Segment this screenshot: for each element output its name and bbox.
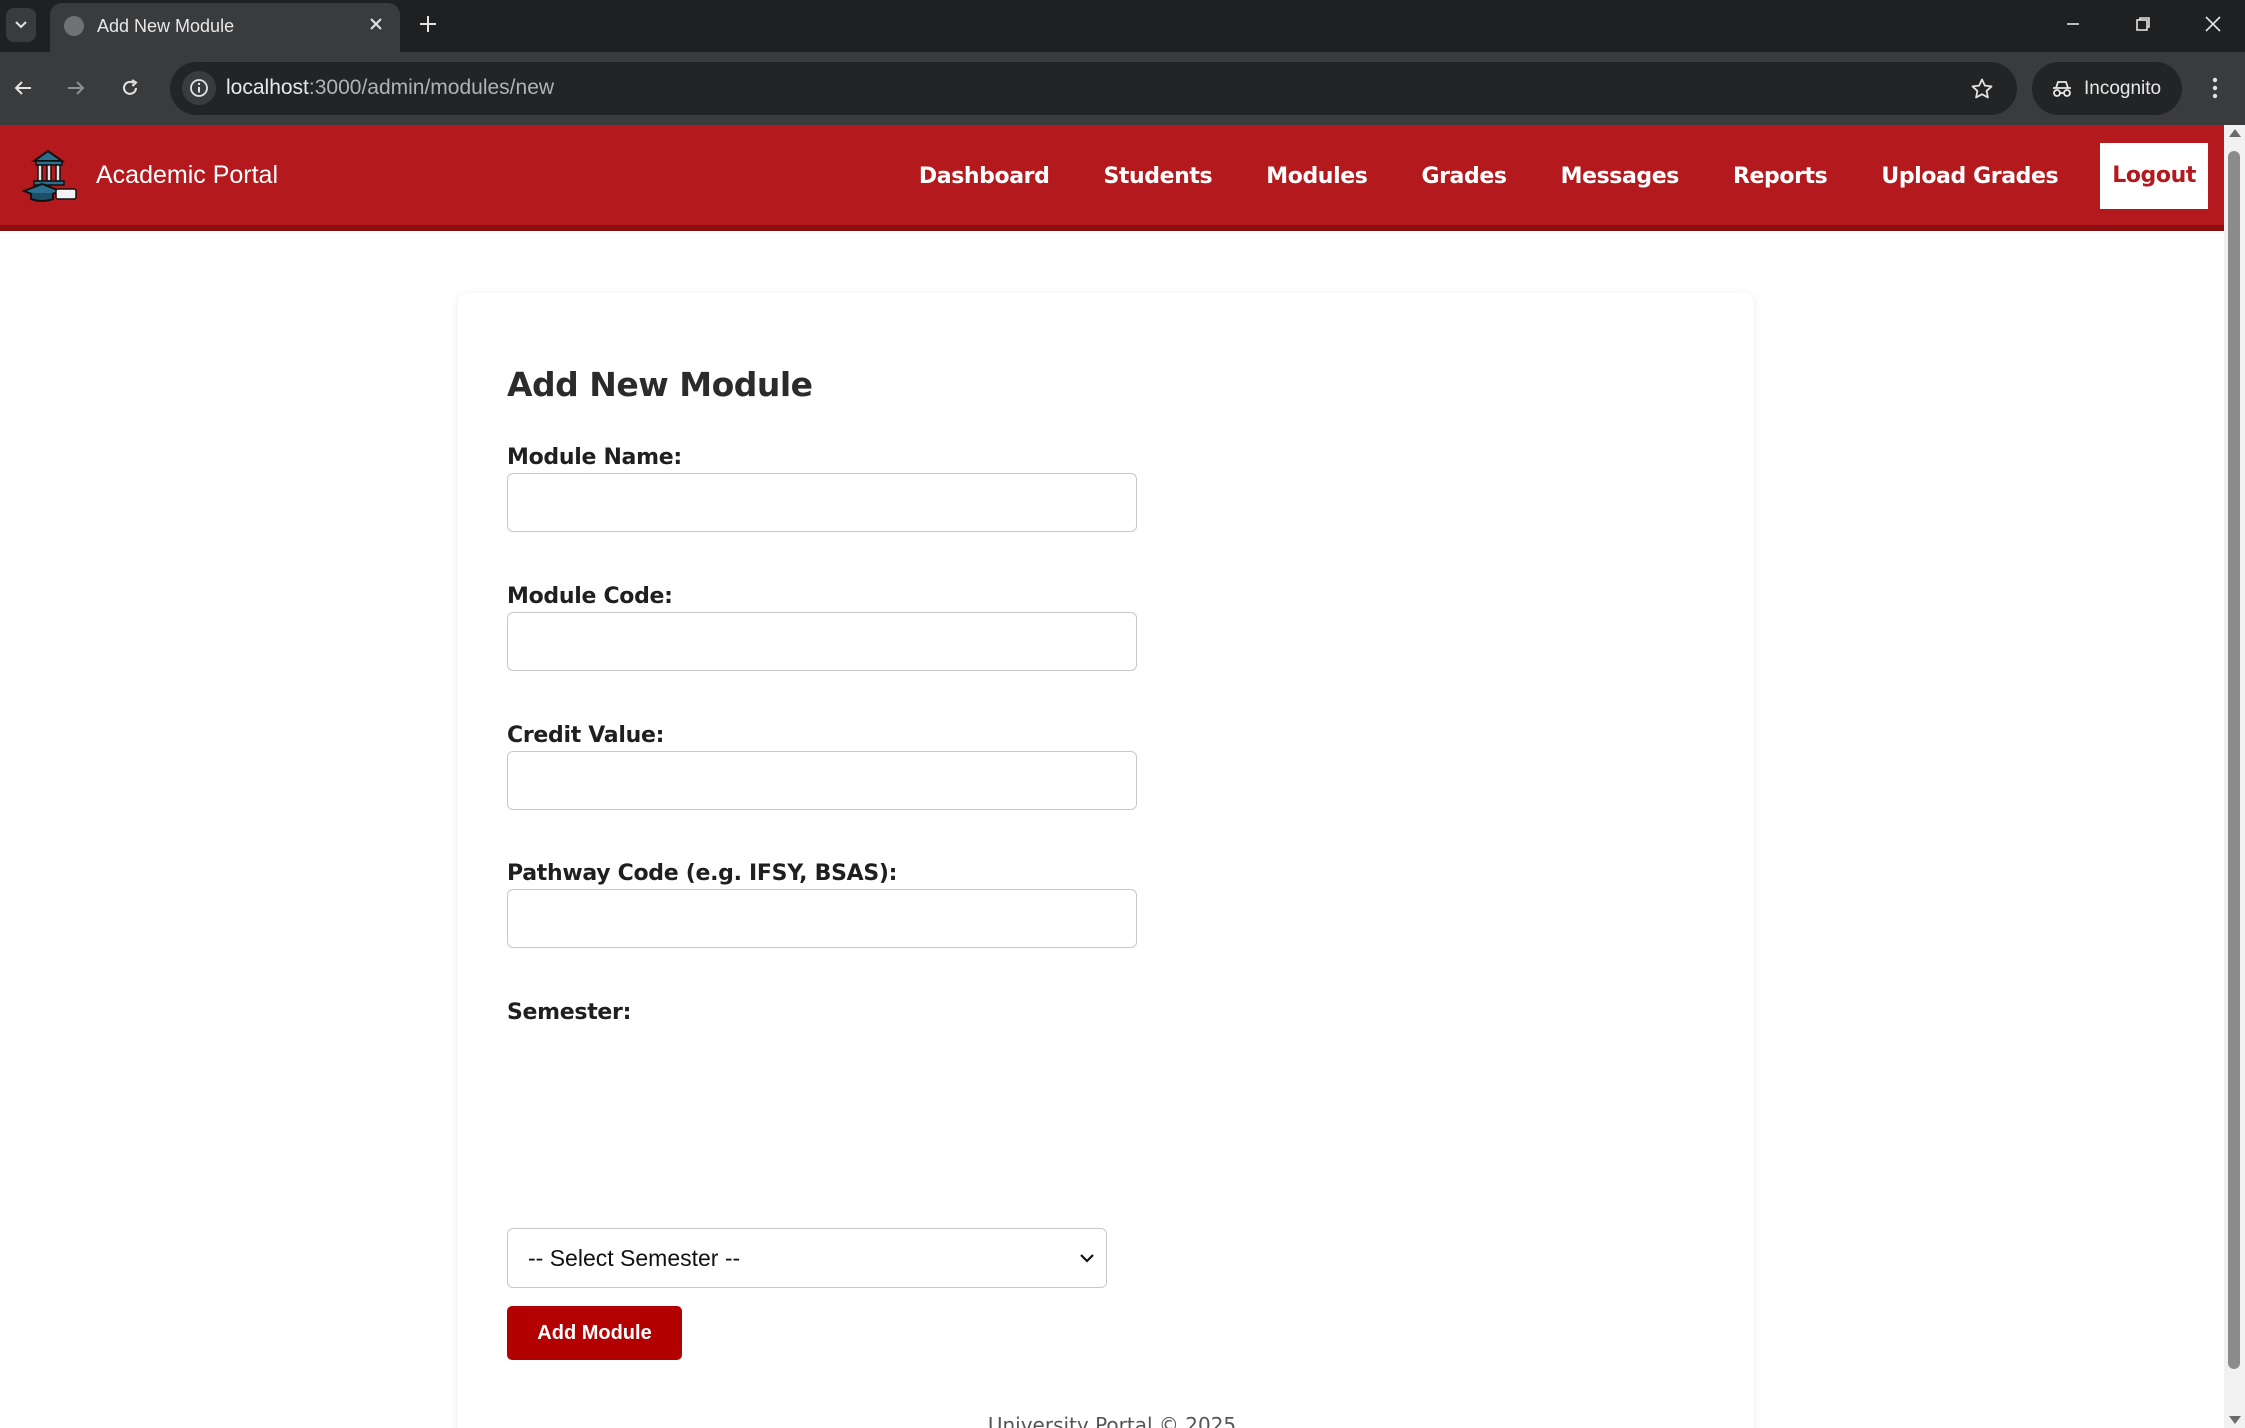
- semester-select[interactable]: -- Select Semester --: [507, 1228, 1107, 1288]
- nav-upload-grades[interactable]: Upload Grades: [1881, 164, 2058, 189]
- star-icon: [1971, 78, 1993, 99]
- plus-icon: [420, 16, 436, 32]
- more-vert-icon: [2212, 77, 2218, 99]
- arrow-right-icon: [68, 81, 85, 95]
- module-code-label: Module Code:: [507, 584, 673, 609]
- minimize-icon: [2067, 23, 2079, 25]
- form-card: Add New Module Module Name: Module Code:…: [458, 293, 1754, 1428]
- tab-search-button[interactable]: [6, 8, 36, 42]
- url-path: :3000/admin/modules/new: [308, 76, 555, 99]
- credit-value-input[interactable]: [507, 751, 1137, 810]
- scrollbar-thumb[interactable]: [2228, 151, 2240, 1369]
- reload-button[interactable]: [111, 69, 149, 107]
- brand[interactable]: Academic Portal: [22, 147, 278, 203]
- nav-reports[interactable]: Reports: [1733, 164, 1828, 189]
- module-code-input[interactable]: [507, 612, 1137, 671]
- incognito-icon: [2053, 80, 2071, 97]
- university-logo-icon: [22, 149, 77, 202]
- add-module-button[interactable]: Add Module: [507, 1306, 682, 1360]
- browser-tab-bar: Add New Module: [0, 0, 2245, 52]
- footer-text: University Portal © 2025: [987, 1413, 1237, 1428]
- nav-messages[interactable]: Messages: [1561, 164, 1680, 189]
- close-icon: [370, 18, 382, 30]
- nav-modules[interactable]: Modules: [1266, 164, 1368, 189]
- incognito-label: Incognito: [2084, 77, 2162, 99]
- new-tab-button[interactable]: [413, 9, 443, 39]
- window-close-button[interactable]: [2188, 6, 2238, 42]
- globe-icon: [64, 16, 84, 36]
- pathway-code-label: Pathway Code (e.g. IFSY, BSAS):: [507, 861, 898, 886]
- pathway-code-input[interactable]: [507, 889, 1137, 948]
- main-nav: Dashboard Students Modules Grades Messag…: [865, 143, 2208, 209]
- window-restore-button[interactable]: [2118, 6, 2168, 42]
- credit-value-label: Credit Value:: [507, 723, 665, 748]
- scroll-down-arrow-icon[interactable]: [2229, 1416, 2241, 1424]
- window-minimize-button[interactable]: [2048, 6, 2098, 42]
- logout-button[interactable]: Logout: [2100, 143, 2208, 209]
- nav-students[interactable]: Students: [1103, 164, 1212, 189]
- browser-toolbar: localhost:3000/admin/modules/new Incogni…: [0, 52, 2245, 125]
- tab-title: Add New Module: [97, 16, 235, 36]
- chevron-down-icon: [1080, 1254, 1094, 1263]
- info-icon: [190, 79, 208, 97]
- page-scrollbar[interactable]: [2224, 125, 2245, 1428]
- url-text: localhost:3000/admin/modules/new: [226, 76, 554, 100]
- forward-button[interactable]: [57, 69, 95, 107]
- back-button[interactable]: [4, 69, 42, 107]
- incognito-indicator[interactable]: Incognito: [2032, 62, 2182, 115]
- semester-selected-value: -- Select Semester --: [528, 1245, 741, 1271]
- reload-icon: [123, 79, 138, 95]
- nav-dashboard[interactable]: Dashboard: [919, 164, 1050, 189]
- browser-menu-button[interactable]: [2200, 69, 2230, 107]
- bookmark-button[interactable]: [1967, 74, 1997, 104]
- page-viewport: Academic Portal Dashboard Students Modul…: [0, 125, 2224, 1428]
- chevron-down-icon: [15, 21, 27, 29]
- close-icon: [2205, 16, 2221, 32]
- semester-label: Semester:: [507, 1000, 632, 1025]
- scroll-up-arrow-icon[interactable]: [2229, 129, 2241, 137]
- nav-grades[interactable]: Grades: [1421, 164, 1507, 189]
- module-name-label: Module Name:: [507, 445, 682, 470]
- address-bar[interactable]: localhost:3000/admin/modules/new: [170, 62, 2017, 115]
- url-host: localhost: [226, 76, 309, 99]
- page-title: Add New Module: [507, 365, 813, 404]
- site-header: Academic Portal Dashboard Students Modul…: [0, 125, 2224, 231]
- brand-name: Academic Portal: [96, 160, 279, 189]
- browser-tab-active[interactable]: Add New Module: [50, 3, 400, 52]
- site-info-button[interactable]: [182, 71, 216, 105]
- restore-icon: [2136, 17, 2150, 31]
- module-name-input[interactable]: [507, 473, 1137, 532]
- arrow-left-icon: [14, 81, 31, 95]
- tab-close-button[interactable]: [364, 13, 388, 37]
